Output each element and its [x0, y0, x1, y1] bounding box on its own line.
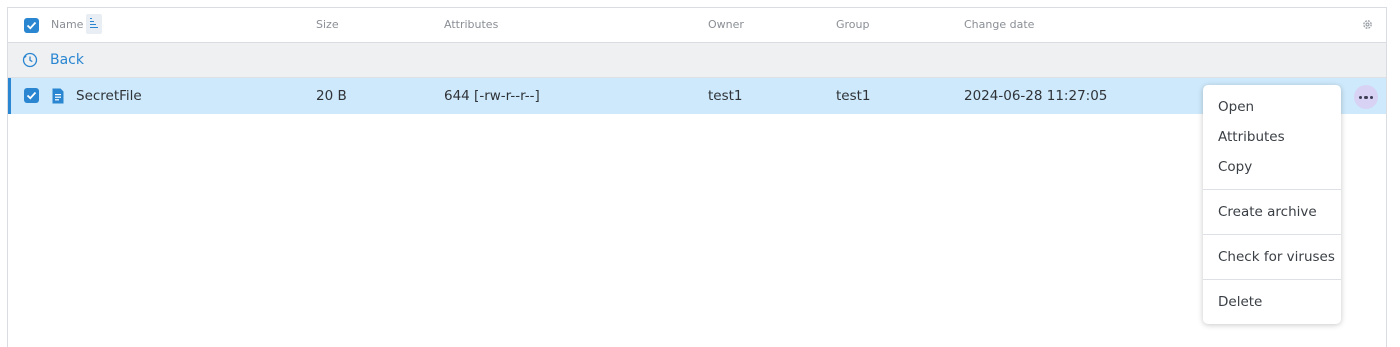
file-icon [52, 88, 64, 104]
column-header-owner[interactable]: Owner [708, 18, 744, 31]
checkmark-icon [26, 21, 37, 30]
file-size: 20 B [316, 88, 347, 104]
column-header-group[interactable]: Group [836, 18, 870, 31]
checkmark-icon [26, 91, 37, 100]
more-icon[interactable] [1354, 85, 1378, 109]
context-menu: Open Attributes Copy Create archive Chec… [1203, 85, 1341, 324]
file-change-date: 2024-06-28 11:27:05 [964, 88, 1108, 104]
file-owner: test1 [708, 88, 743, 104]
file-attributes: 644 [-rw-r--r--] [444, 88, 540, 104]
menu-item-delete[interactable]: Delete [1218, 294, 1262, 310]
column-header-name[interactable]: Name [51, 18, 83, 31]
table-header: Name Size Attributes Owner Group Change … [8, 8, 1386, 43]
column-header-attributes[interactable]: Attributes [444, 18, 498, 31]
back-icon [22, 52, 38, 68]
column-header-change-date[interactable]: Change date [964, 18, 1034, 31]
menu-divider [1203, 234, 1341, 235]
menu-item-open[interactable]: Open [1218, 99, 1254, 115]
selected-row-indicator [8, 78, 11, 114]
row-checkbox[interactable] [24, 88, 39, 103]
menu-item-attributes[interactable]: Attributes [1218, 129, 1285, 145]
back-row[interactable]: Back [8, 43, 1386, 78]
menu-item-copy[interactable]: Copy [1218, 159, 1252, 175]
select-all-checkbox[interactable] [24, 18, 39, 33]
column-header-size[interactable]: Size [316, 18, 339, 31]
file-manager-panel: Name Size Attributes Owner Group Change … [7, 7, 1387, 347]
file-name[interactable]: SecretFile [76, 88, 142, 104]
gear-icon[interactable] [1362, 19, 1373, 30]
file-group: test1 [836, 88, 871, 104]
sort-icon[interactable] [86, 14, 102, 34]
menu-divider [1203, 189, 1341, 190]
back-link[interactable]: Back [50, 52, 84, 68]
table-row[interactable]: SecretFile 20 B 644 [-rw-r--r--] test1 t… [8, 78, 1386, 114]
menu-item-create-archive[interactable]: Create archive [1218, 204, 1317, 220]
menu-divider [1203, 279, 1341, 280]
menu-item-check-for-viruses[interactable]: Check for viruses [1218, 249, 1335, 265]
